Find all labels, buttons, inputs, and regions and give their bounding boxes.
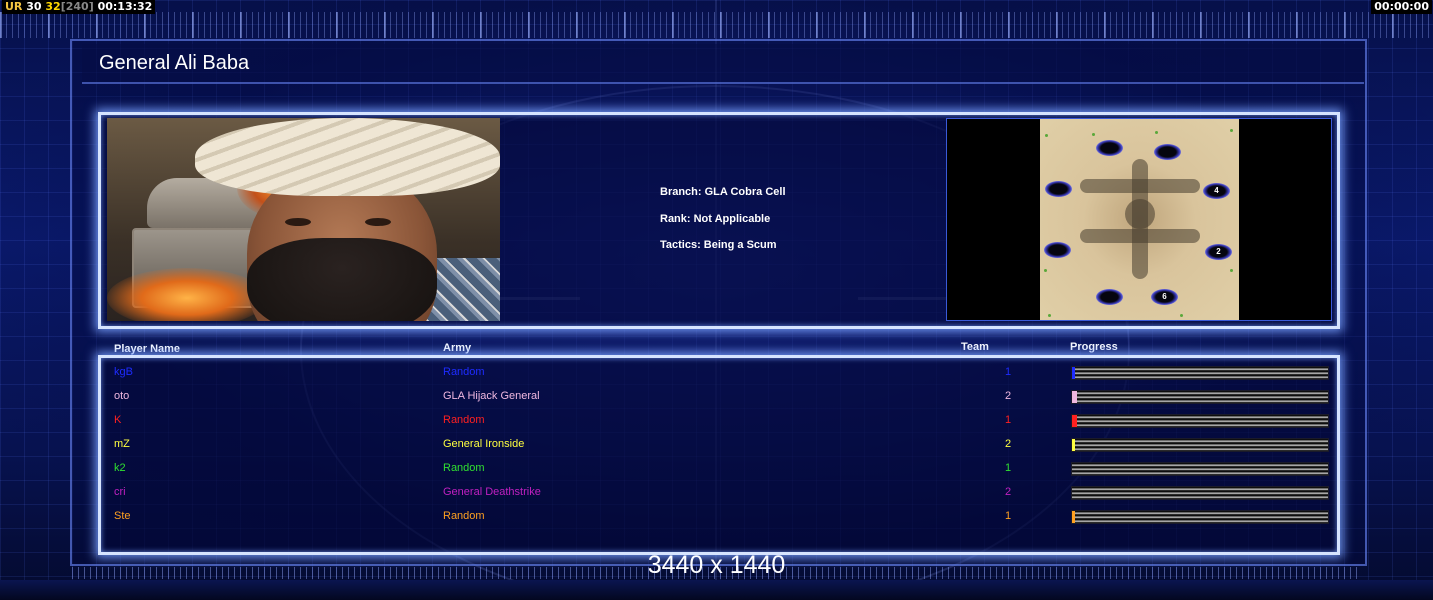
- player-team: 1: [1004, 462, 1012, 474]
- player-name: Ste: [114, 510, 131, 522]
- header-army: Army: [443, 342, 472, 354]
- hud-stats: UR 30 32[240] 00:13:32: [2, 0, 156, 14]
- map-start-position: [1044, 242, 1071, 258]
- player-army: Random: [443, 366, 485, 378]
- table-row: Ste Random 1: [100, 507, 1338, 527]
- map-start-position: [1154, 144, 1181, 160]
- hud-value-1: 30: [26, 0, 42, 13]
- player-name: k2: [114, 462, 126, 474]
- general-portrait: [107, 118, 500, 321]
- progress-bar: [1071, 486, 1329, 500]
- progress-fill: [1072, 367, 1075, 379]
- player-army: General Ironside: [443, 438, 525, 450]
- general-tactics: Tactics: Being a Scum: [660, 239, 777, 251]
- player-name: cri: [114, 486, 126, 498]
- progress-fill: [1072, 391, 1077, 403]
- player-team: 2: [1004, 438, 1012, 450]
- player-team: 2: [1004, 390, 1012, 402]
- player-army: GLA Hijack General: [443, 390, 540, 402]
- hud-elapsed-time: 00:13:32: [97, 0, 153, 13]
- hud-value-2: 32: [45, 0, 61, 13]
- map-terrain: [1040, 119, 1239, 320]
- player-team: 1: [1004, 414, 1012, 426]
- table-row: oto GLA Hijack General 2: [100, 387, 1338, 407]
- title-bar: [82, 44, 1364, 84]
- progress-fill: [1072, 511, 1075, 523]
- player-army: Random: [443, 462, 485, 474]
- map-start-position: 4: [1203, 183, 1230, 199]
- bottom-band: [0, 580, 1433, 600]
- general-rank: Rank: Not Applicable: [660, 213, 771, 225]
- table-row: K Random 1: [100, 411, 1338, 431]
- map-start-position: [1096, 140, 1123, 156]
- progress-bar: [1071, 438, 1329, 452]
- player-name: mZ: [114, 438, 130, 450]
- progress-bar: [1071, 414, 1329, 428]
- table-row: cri General Deathstrike 2: [100, 483, 1338, 503]
- hud-value-3: [240]: [60, 0, 94, 13]
- general-title: General Ali Baba: [99, 52, 250, 74]
- hud-timer: 00:00:00: [1371, 0, 1432, 14]
- map-preview: 4 2 6: [946, 118, 1332, 321]
- map-start-position: 6: [1151, 289, 1178, 305]
- player-army: Random: [443, 510, 485, 522]
- player-name: oto: [114, 390, 130, 402]
- table-row: kgB Random 1: [100, 363, 1338, 383]
- table-row: k2 Random 1: [100, 459, 1338, 479]
- hud-label: UR: [5, 0, 23, 13]
- general-branch: Branch: GLA Cobra Cell: [660, 186, 786, 198]
- header-progress: Progress: [1070, 341, 1118, 353]
- player-team: 1: [1004, 366, 1012, 378]
- header-player-name: Player Name: [114, 343, 181, 355]
- progress-fill: [1072, 415, 1077, 427]
- player-name: kgB: [114, 366, 133, 378]
- progress-bar: [1071, 510, 1329, 524]
- map-start-position: [1045, 181, 1072, 197]
- player-team: 1: [1004, 510, 1012, 522]
- progress-fill: [1072, 439, 1075, 451]
- top-ruler: [0, 12, 1433, 38]
- progress-bar: [1071, 366, 1329, 380]
- player-army: General Deathstrike: [443, 486, 541, 498]
- table-row: mZ General Ironside 2: [100, 435, 1338, 455]
- player-team: 2: [1004, 486, 1012, 498]
- progress-bar: [1071, 462, 1329, 476]
- map-start-position: 2: [1205, 244, 1232, 260]
- resolution-label: 3440 x 1440: [647, 551, 786, 579]
- map-start-position: [1096, 289, 1123, 305]
- header-team: Team: [961, 341, 989, 353]
- progress-bar: [1071, 390, 1329, 404]
- player-army: Random: [443, 414, 485, 426]
- player-name: K: [114, 414, 122, 426]
